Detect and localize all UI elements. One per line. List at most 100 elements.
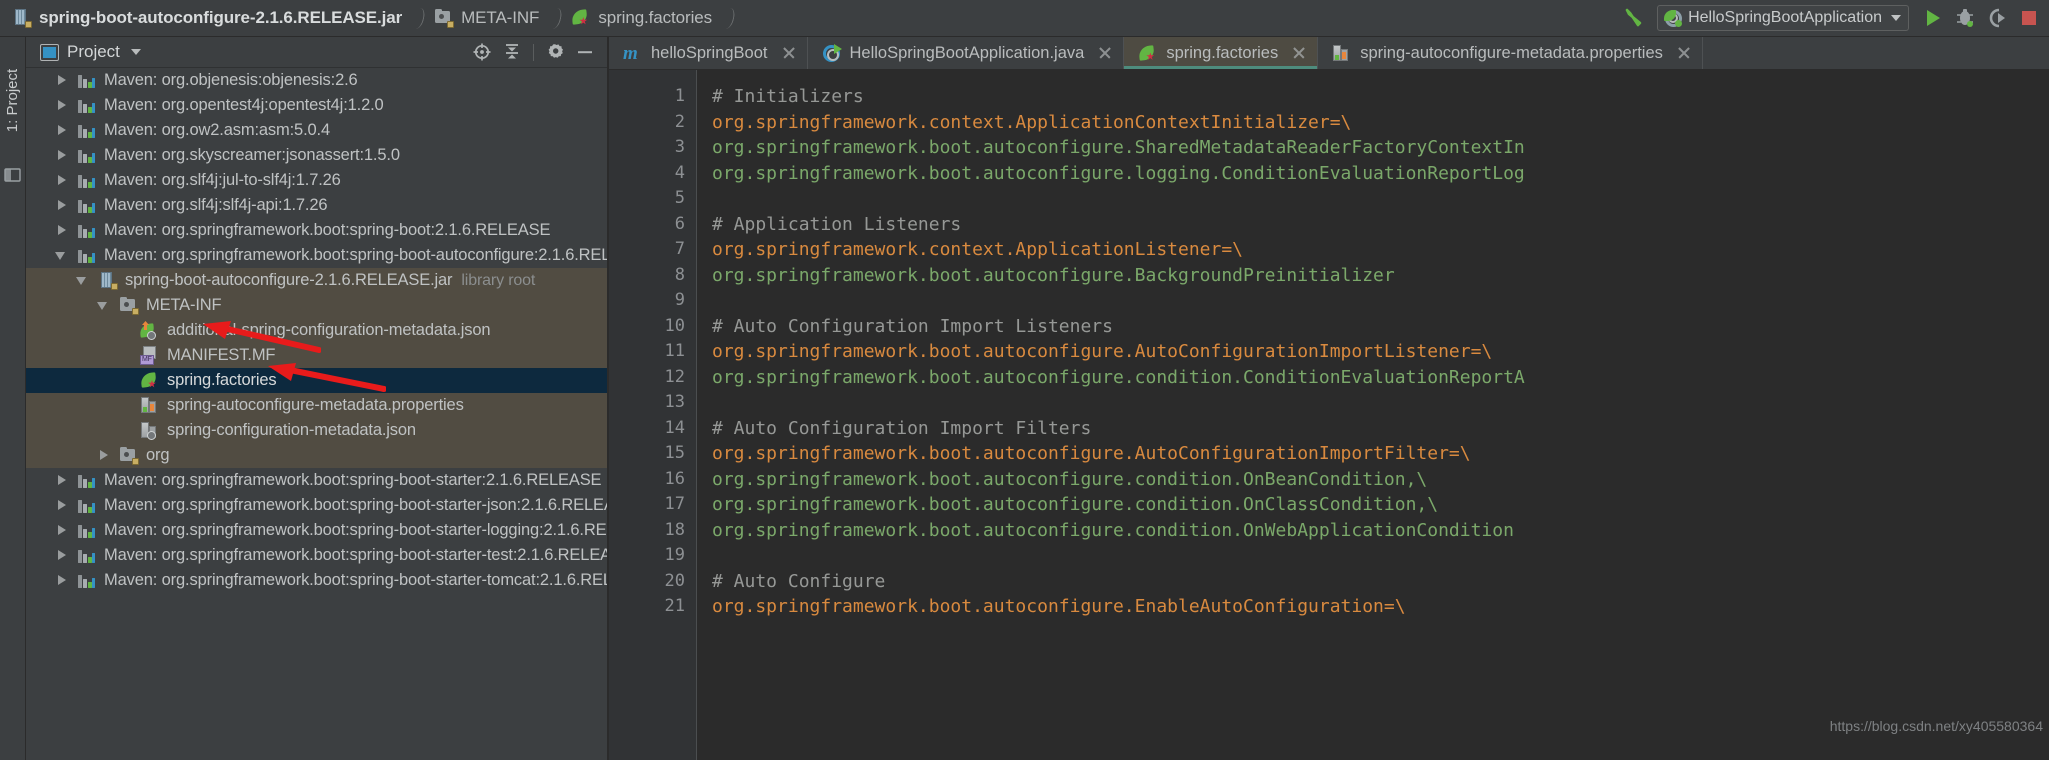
hide-minimize-icon[interactable] bbox=[570, 39, 600, 65]
json-icon bbox=[140, 421, 160, 440]
code-line[interactable]: # Auto Configuration Import Listeners bbox=[712, 314, 2049, 340]
chevron-down-icon[interactable] bbox=[96, 298, 111, 313]
code-line[interactable] bbox=[712, 186, 2049, 212]
code-content[interactable]: # Initializers org.springframework.contex… bbox=[698, 70, 2049, 760]
code-line[interactable]: org.springframework.boot.autoconfigure.c… bbox=[712, 365, 2049, 391]
tree-row[interactable]: Maven: org.springframework.boot:spring-b… bbox=[26, 468, 609, 493]
ide-window: spring-boot-autoconfigure-2.1.6.RELEASE.… bbox=[0, 0, 2049, 760]
breadcrumb-item-spring-factories[interactable]: spring.factories bbox=[571, 0, 712, 37]
tree-row[interactable]: spring-configuration-metadata.json bbox=[26, 418, 609, 443]
tree-row[interactable]: org bbox=[26, 443, 609, 468]
collapse-all-icon[interactable] bbox=[497, 39, 527, 65]
breadcrumb-item-meta-inf[interactable]: META-INF bbox=[434, 0, 539, 37]
run-icon[interactable] bbox=[1917, 3, 1949, 33]
navigation-bar: spring-boot-autoconfigure-2.1.6.RELEASE.… bbox=[0, 0, 2049, 37]
code-line[interactable]: org.springframework.boot.autoconfigure.c… bbox=[712, 467, 2049, 493]
code-line[interactable]: org.springframework.context.ApplicationL… bbox=[712, 237, 2049, 263]
tree-row[interactable]: spring.factories bbox=[26, 368, 609, 393]
breadcrumb-label: spring.factories bbox=[598, 8, 713, 27]
code-line[interactable]: org.springframework.context.ApplicationC… bbox=[712, 110, 2049, 136]
editor-code-area[interactable]: 1 2 3 4 5 6 7 8 9 10 11 12 13 14 15 16 17 18 19 20 21 # Init… bbox=[609, 70, 2049, 760]
tree-row[interactable]: Maven: org.springframework.boot:spring-b… bbox=[26, 243, 609, 268]
editor-tab-label: helloSpringBoot bbox=[651, 43, 768, 62]
tree-row[interactable]: Maven: org.springframework.boot:spring-b… bbox=[26, 493, 609, 518]
code-line[interactable]: # Application Listeners bbox=[712, 212, 2049, 238]
tree-row[interactable]: MF MANIFEST.MF bbox=[26, 343, 609, 368]
chevron-right-icon[interactable] bbox=[54, 198, 69, 213]
code-line[interactable]: org.springframework.boot.autoconfigure.A… bbox=[712, 441, 2049, 467]
line-number: 16 bbox=[664, 468, 685, 489]
chevron-right-icon[interactable] bbox=[96, 448, 111, 463]
tool-window-button-project[interactable]: 1: Project bbox=[0, 45, 26, 155]
close-icon[interactable] bbox=[1291, 45, 1307, 61]
tree-row-sublabel: library root bbox=[461, 271, 536, 289]
line-number: 13 bbox=[664, 392, 685, 412]
tree-row[interactable]: Maven: org.slf4j:jul-to-slf4j:1.7.26 bbox=[26, 168, 609, 193]
code-line[interactable] bbox=[712, 543, 2049, 569]
code-line[interactable]: org.springframework.boot.autoconfigure.B… bbox=[712, 263, 2049, 289]
tree-row[interactable]: spring-autoconfigure-metadata.properties bbox=[26, 393, 609, 418]
tree-row[interactable]: Maven: org.springframework.boot:spring-b… bbox=[26, 218, 609, 243]
chevron-right-icon[interactable] bbox=[54, 123, 69, 138]
code-line[interactable]: # Auto Configure bbox=[712, 569, 2049, 595]
tree-row[interactable]: additional-spring-configuration-metadata… bbox=[26, 318, 609, 343]
chevron-right-icon[interactable] bbox=[54, 548, 69, 563]
chevron-right-icon[interactable] bbox=[54, 223, 69, 238]
code-line[interactable]: # Auto Configuration Import Filters bbox=[712, 416, 2049, 442]
tree-row[interactable]: Maven: org.springframework.boot:spring-b… bbox=[26, 543, 609, 568]
chevron-right-icon[interactable] bbox=[54, 73, 69, 88]
close-icon[interactable] bbox=[1097, 45, 1113, 61]
code-line[interactable]: # Initializers bbox=[712, 84, 2049, 110]
project-view-icon bbox=[40, 43, 59, 61]
project-panel-title-group[interactable]: Project bbox=[26, 42, 141, 62]
editor-tab[interactable]: m helloSpringBoot bbox=[609, 37, 808, 69]
code-line[interactable]: org.springframework.boot.autoconfigure.c… bbox=[712, 492, 2049, 518]
chevron-right-icon[interactable] bbox=[54, 498, 69, 513]
tree-row[interactable]: Maven: org.ow2.asm:asm:5.0.4 bbox=[26, 118, 609, 143]
chevron-right-icon[interactable] bbox=[54, 98, 69, 113]
structure-icon[interactable] bbox=[4, 167, 22, 183]
project-tree[interactable]: Maven: org.objenesis:objenesis:2.6 Maven:… bbox=[26, 68, 609, 760]
breadcrumb-item-jar[interactable]: spring-boot-autoconfigure-2.1.6.RELEASE.… bbox=[12, 0, 402, 37]
debug-icon[interactable] bbox=[1949, 3, 1981, 33]
tree-row[interactable]: Maven: org.springframework.boot:spring-b… bbox=[26, 518, 609, 543]
run-configuration-selector[interactable]: HelloSpringBootApplication bbox=[1657, 5, 1909, 31]
close-icon[interactable] bbox=[781, 45, 797, 61]
code-line[interactable] bbox=[712, 288, 2049, 314]
chevron-right-icon[interactable] bbox=[54, 173, 69, 188]
run-with-coverage-icon[interactable] bbox=[1981, 3, 2013, 33]
code-line[interactable]: org.springframework.boot.autoconfigure.l… bbox=[712, 161, 2049, 187]
tree-row[interactable]: Maven: org.slf4j:slf4j-api:1.7.26 bbox=[26, 193, 609, 218]
locate-target-icon[interactable] bbox=[467, 39, 497, 65]
jar-icon bbox=[98, 271, 118, 290]
tree-row[interactable]: spring-boot-autoconfigure-2.1.6.RELEASE.… bbox=[26, 268, 609, 293]
stop-icon[interactable] bbox=[2013, 3, 2045, 33]
tree-row-label: org bbox=[146, 446, 170, 464]
chevron-right-icon[interactable] bbox=[54, 473, 69, 488]
chevron-down-icon[interactable] bbox=[130, 49, 141, 55]
editor-tab[interactable]: spring.factories bbox=[1124, 37, 1319, 69]
tree-row[interactable]: META-INF bbox=[26, 293, 609, 318]
code-line[interactable] bbox=[712, 390, 2049, 416]
line-number: 21 bbox=[664, 596, 685, 616]
code-line[interactable]: org.springframework.boot.autoconfigure.S… bbox=[712, 135, 2049, 161]
editor-tab[interactable]: HelloSpringBootApplication.java bbox=[807, 37, 1125, 69]
build-hammer-icon[interactable] bbox=[1617, 3, 1649, 33]
tree-row[interactable]: Maven: org.objenesis:objenesis:2.6 bbox=[26, 68, 609, 93]
code-line[interactable]: org.springframework.boot.autoconfigure.A… bbox=[712, 339, 2049, 365]
chevron-right-icon[interactable] bbox=[54, 573, 69, 588]
chevron-right-icon[interactable] bbox=[54, 523, 69, 538]
settings-gear-icon[interactable] bbox=[540, 39, 570, 65]
close-icon[interactable] bbox=[1676, 45, 1692, 61]
tree-row[interactable]: Maven: org.springframework.boot:spring-b… bbox=[26, 568, 609, 593]
maven-icon bbox=[77, 196, 97, 215]
tree-row[interactable]: Maven: org.opentest4j:opentest4j:1.2.0 bbox=[26, 93, 609, 118]
chevron-down-icon[interactable] bbox=[54, 248, 69, 263]
tree-row[interactable]: Maven: org.skyscreamer:jsonassert:1.5.0 bbox=[26, 143, 609, 168]
maven-module-m-icon: m bbox=[623, 42, 638, 64]
code-line[interactable]: org.springframework.boot.autoconfigure.c… bbox=[712, 518, 2049, 544]
chevron-right-icon[interactable] bbox=[54, 148, 69, 163]
chevron-down-icon[interactable] bbox=[75, 273, 90, 288]
code-line[interactable]: org.springframework.boot.autoconfigure.E… bbox=[712, 594, 2049, 620]
editor-tab[interactable]: spring-autoconfigure-metadata.properties bbox=[1318, 37, 1703, 69]
